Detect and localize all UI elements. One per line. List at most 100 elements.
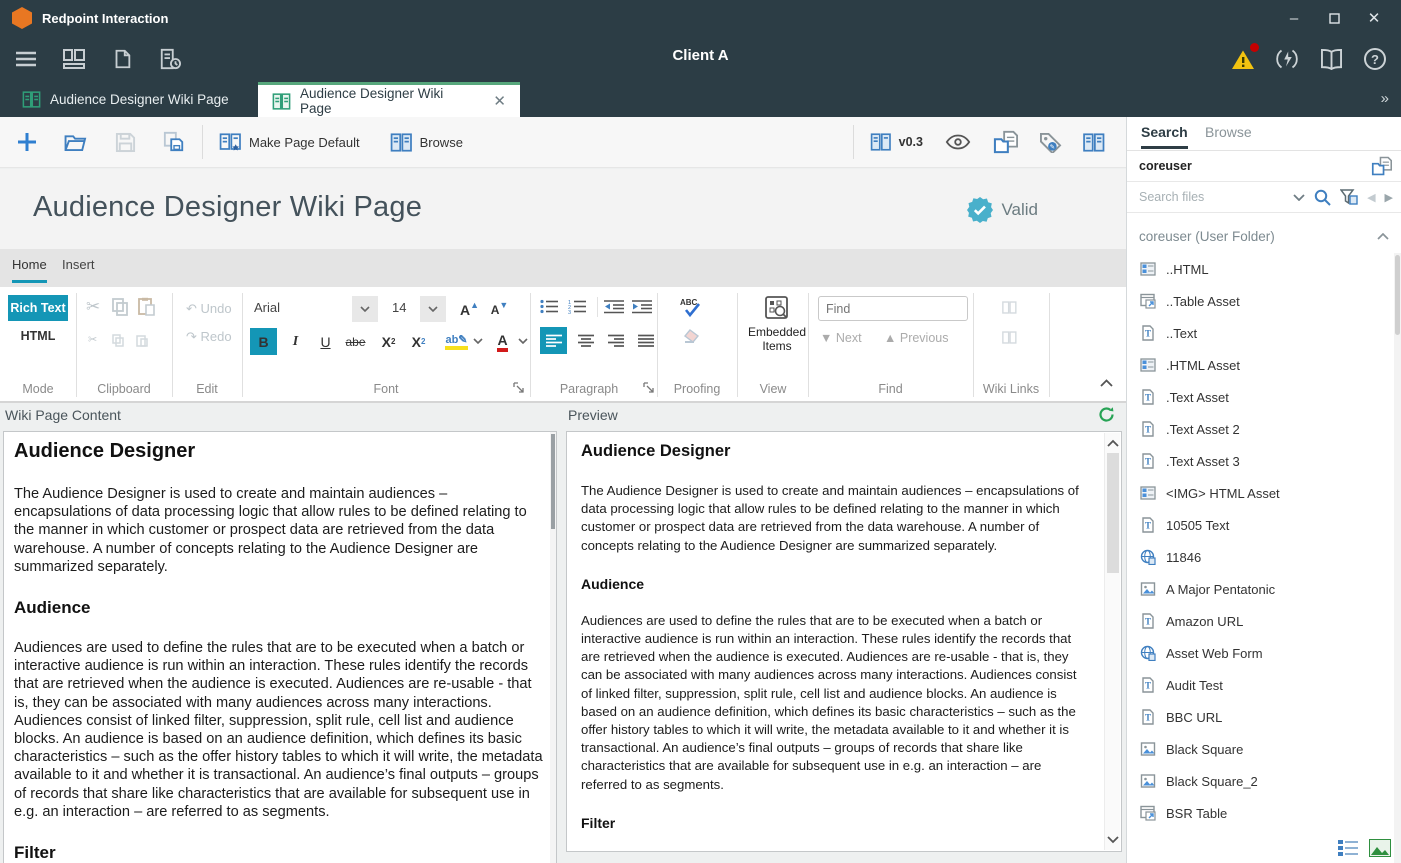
- wiki-link-button[interactable]: [1002, 301, 1017, 314]
- html-mode-button[interactable]: HTML: [8, 329, 68, 343]
- thumbnail-view-toggle-icon[interactable]: [1369, 839, 1391, 857]
- copy-small-button[interactable]: [112, 334, 124, 347]
- find-previous-button[interactable]: ▲ Previous: [884, 331, 949, 345]
- file-item[interactable]: T 10505 Text: [1127, 509, 1395, 541]
- clear-format-button[interactable]: [682, 329, 702, 345]
- bullet-list-button[interactable]: [540, 299, 559, 314]
- bold-button[interactable]: B: [250, 328, 277, 355]
- font-color-button[interactable]: A: [489, 328, 516, 355]
- find-next-button[interactable]: ▼ Next: [820, 331, 862, 345]
- version-indicator[interactable]: v0.3: [864, 124, 929, 160]
- file-item[interactable]: T .Text Asset 2: [1127, 413, 1395, 445]
- paragraph-dialog-launcher[interactable]: [643, 382, 654, 393]
- shrink-font-button[interactable]: A▼: [486, 296, 513, 323]
- open-button[interactable]: [58, 124, 95, 160]
- editor-scrollbar[interactable]: [550, 432, 556, 863]
- search-icon[interactable]: [1314, 189, 1331, 206]
- search-files-input[interactable]: [1139, 190, 1269, 204]
- copy-to-folder-icon[interactable]: [1371, 156, 1393, 176]
- align-center-button[interactable]: [572, 327, 599, 354]
- file-item[interactable]: BSR Table: [1127, 797, 1395, 829]
- italic-button[interactable]: I: [282, 328, 309, 355]
- make-page-default-button[interactable]: Make Page Default: [213, 124, 366, 160]
- search-query-input[interactable]: [1139, 159, 1309, 173]
- file-item[interactable]: T BBC URL: [1127, 701, 1395, 733]
- sync-activity-icon[interactable]: [1271, 43, 1303, 75]
- cut-button[interactable]: ✂: [86, 297, 100, 317]
- numbered-list-button[interactable]: 123: [568, 299, 587, 314]
- sidebar-tab-browse[interactable]: Browse: [1205, 124, 1252, 140]
- embedded-items-button[interactable]: Embedded Items: [745, 295, 809, 353]
- ribbon-tab-insert[interactable]: Insert: [62, 257, 95, 272]
- collapse-ribbon-button[interactable]: [1100, 379, 1113, 387]
- prev-result-icon[interactable]: ◀: [1367, 191, 1375, 204]
- underline-button[interactable]: U: [312, 328, 339, 355]
- subscript-button[interactable]: X2: [375, 328, 402, 355]
- file-item[interactable]: Black Square: [1127, 733, 1395, 765]
- file-item[interactable]: Black Square_2: [1127, 765, 1395, 797]
- font-color-dropdown[interactable]: [518, 338, 528, 344]
- tab-wiki-page-active[interactable]: Audience Designer Wiki Page ✕: [258, 82, 520, 117]
- filter-icon[interactable]: [1340, 189, 1358, 205]
- scroll-up-icon[interactable]: [1105, 435, 1121, 451]
- new-button[interactable]: [10, 124, 44, 160]
- chevron-down-icon[interactable]: [1293, 194, 1305, 201]
- undo-button[interactable]: ↶ Undo: [186, 301, 232, 317]
- file-item[interactable]: Asset Web Form: [1127, 637, 1395, 669]
- font-size-value[interactable]: 14: [392, 300, 406, 315]
- wiki-browse-button[interactable]: [1076, 124, 1112, 160]
- decrease-indent-button[interactable]: [604, 299, 624, 314]
- file-item[interactable]: <IMG> HTML Asset: [1127, 477, 1395, 509]
- copy-to-folder-button[interactable]: [987, 124, 1025, 160]
- align-right-button[interactable]: [602, 327, 629, 354]
- save-copy-button[interactable]: [156, 124, 192, 160]
- font-family-value[interactable]: Arial: [254, 300, 280, 315]
- folder-header[interactable]: coreuser (User Folder): [1139, 229, 1275, 244]
- superscript-button[interactable]: X2: [405, 328, 432, 355]
- tab-wiki-page-inactive[interactable]: Audience Designer Wiki Page: [8, 82, 243, 117]
- font-family-dropdown[interactable]: [352, 296, 378, 322]
- wiki-content-editor[interactable]: Audience Designer The Audience Designer …: [3, 431, 557, 863]
- file-item[interactable]: ..HTML: [1127, 253, 1395, 285]
- save-button[interactable]: [109, 124, 142, 160]
- tab-overflow-icon[interactable]: »: [1381, 90, 1389, 107]
- increase-indent-button[interactable]: [632, 299, 652, 314]
- details-view-toggle-icon[interactable]: [1337, 839, 1359, 857]
- find-input[interactable]: [818, 296, 968, 321]
- scroll-down-icon[interactable]: [1105, 832, 1121, 848]
- file-item[interactable]: T Audit Test: [1127, 669, 1395, 701]
- font-size-dropdown[interactable]: [420, 296, 446, 322]
- close-button[interactable]: ✕: [1361, 5, 1387, 31]
- ribbon-tab-home[interactable]: Home: [12, 257, 47, 283]
- redo-button[interactable]: ↷ Redo: [186, 329, 232, 345]
- align-left-button[interactable]: [540, 327, 567, 354]
- highlight-color-dropdown[interactable]: [473, 338, 483, 344]
- file-item[interactable]: T Amazon URL: [1127, 605, 1395, 637]
- cut-small-button[interactable]: ✂: [88, 333, 97, 346]
- paste-small-button[interactable]: [136, 334, 148, 347]
- copy-button[interactable]: [112, 298, 129, 316]
- grow-font-button[interactable]: A▲: [456, 296, 483, 323]
- sidebar-tab-search[interactable]: Search: [1141, 124, 1188, 149]
- file-item[interactable]: T .Text Asset 3: [1127, 445, 1395, 477]
- help-icon[interactable]: ?: [1359, 43, 1391, 75]
- preview-scrollbar[interactable]: [1104, 433, 1120, 850]
- justify-button[interactable]: [632, 327, 659, 354]
- file-item[interactable]: A Major Pentatonic: [1127, 573, 1395, 605]
- tab-close-icon[interactable]: ✕: [493, 92, 506, 110]
- alerts-warning-icon[interactable]: [1227, 43, 1259, 75]
- documentation-book-icon[interactable]: [1315, 43, 1347, 75]
- minimize-button[interactable]: –: [1281, 5, 1307, 31]
- strikethrough-button[interactable]: abe: [342, 328, 369, 355]
- collapse-folder-icon[interactable]: [1377, 233, 1389, 240]
- spellcheck-button[interactable]: ABC: [680, 297, 704, 319]
- paste-button[interactable]: [138, 297, 155, 316]
- font-dialog-launcher[interactable]: [513, 382, 524, 393]
- maximize-button[interactable]: [1321, 5, 1347, 31]
- wiki-unlink-button[interactable]: [1002, 331, 1017, 344]
- highlight-color-button[interactable]: ab✎: [443, 328, 470, 355]
- tag-button[interactable]: ✎: [1033, 124, 1068, 160]
- preview-eye-button[interactable]: [939, 124, 977, 160]
- rich-text-button[interactable]: Rich Text: [8, 295, 68, 321]
- file-item[interactable]: .HTML Asset: [1127, 349, 1395, 381]
